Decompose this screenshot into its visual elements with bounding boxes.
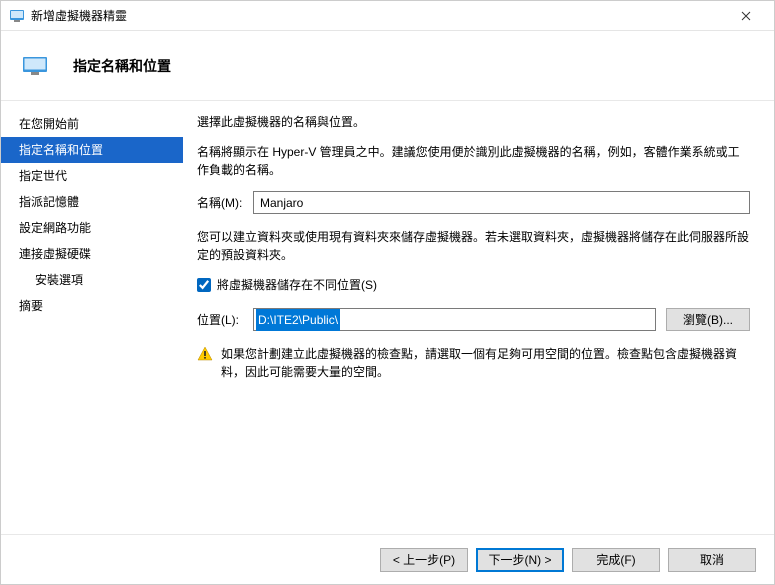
close-button[interactable] [726,1,766,30]
warning-icon [197,346,213,362]
titlebar: 新增虛擬機器精靈 [1,1,774,31]
sidebar-item-network[interactable]: 設定網路功能 [1,215,183,241]
intro-text: 選擇此虛擬機器的名稱與位置。 [197,113,750,131]
location-input[interactable]: D:\ITE2\Public\ [253,308,656,331]
wizard-header: 指定名稱和位置 [1,31,774,101]
warning-row: 如果您計劃建立此虛擬機器的檢查點，請選取一個有足夠可用空間的位置。檢查點包含虛擬… [197,345,750,381]
warning-text: 如果您計劃建立此虛擬機器的檢查點，請選取一個有足夠可用空間的位置。檢查點包含虛擬… [221,345,750,381]
cancel-button[interactable]: 取消 [668,548,756,572]
location-value: D:\ITE2\Public\ [256,309,340,331]
previous-button[interactable]: < 上一步(P) [380,548,468,572]
name-input[interactable] [253,191,750,214]
name-label: 名稱(M): [197,194,253,212]
wizard-content: 選擇此虛擬機器的名稱與位置。 名稱將顯示在 Hyper-V 管理員之中。建議您使… [183,101,774,534]
location-help-text: 您可以建立資料夾或使用現有資料夾來儲存虛擬機器。若未選取資料夾，虛擬機器將儲存在… [197,228,750,264]
page-title: 指定名稱和位置 [73,56,171,76]
browse-button[interactable]: 瀏覽(B)... [666,308,750,331]
store-different-label: 將虛擬機器儲存在不同位置(S) [217,276,377,294]
sidebar-item-summary[interactable]: 摘要 [1,293,183,319]
sidebar-item-before-begin[interactable]: 在您開始前 [1,111,183,137]
location-row: 位置(L): D:\ITE2\Public\ 瀏覽(B)... [197,308,750,331]
wizard-sidebar: 在您開始前 指定名稱和位置 指定世代 指派記憶體 設定網路功能 連接虛擬硬碟 安… [1,101,183,534]
next-button[interactable]: 下一步(N) > [476,548,564,572]
name-row: 名稱(M): [197,191,750,214]
sidebar-item-install-options[interactable]: 安裝選項 [1,267,183,293]
sidebar-item-vhd[interactable]: 連接虛擬硬碟 [1,241,183,267]
sidebar-item-memory[interactable]: 指派記憶體 [1,189,183,215]
wizard-body: 在您開始前 指定名稱和位置 指定世代 指派記憶體 設定網路功能 連接虛擬硬碟 安… [1,101,774,534]
location-label: 位置(L): [197,311,253,329]
monitor-icon [23,57,47,75]
name-help-text: 名稱將顯示在 Hyper-V 管理員之中。建議您使用便於識別此虛擬機器的名稱，例… [197,143,750,179]
sidebar-item-name-location[interactable]: 指定名稱和位置 [1,137,183,163]
finish-button[interactable]: 完成(F) [572,548,660,572]
store-different-row: 將虛擬機器儲存在不同位置(S) [197,276,750,294]
wizard-footer: < 上一步(P) 下一步(N) > 完成(F) 取消 [1,534,774,584]
sidebar-item-generation[interactable]: 指定世代 [1,163,183,189]
store-different-checkbox[interactable] [197,278,211,292]
app-icon [9,8,25,24]
window-title: 新增虛擬機器精靈 [31,7,726,24]
